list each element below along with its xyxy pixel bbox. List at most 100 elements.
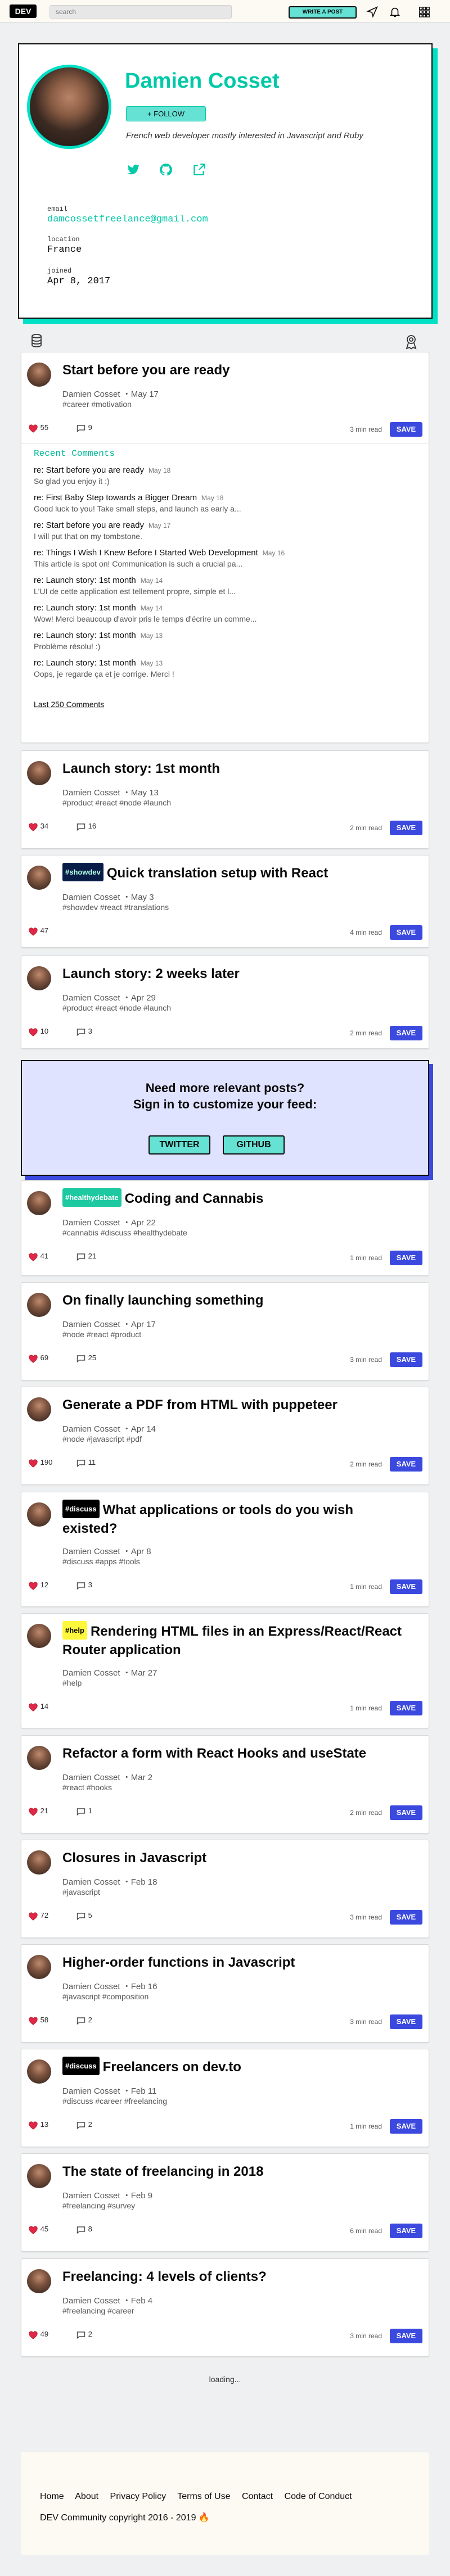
comments-count[interactable]: 2 [76, 2016, 92, 2025]
article-card[interactable]: Launch story: 1st month Damien Cosset ・Ma… [21, 750, 429, 849]
article-card[interactable]: Freelancing: 4 levels of clients? Damien … [21, 2258, 429, 2357]
footer-link-contact[interactable]: Contact [242, 2492, 273, 2501]
comments-count[interactable]: 8 [76, 2225, 92, 2234]
save-button[interactable]: SAVE [390, 925, 422, 940]
external-link-icon[interactable] [192, 162, 206, 177]
recent-comment[interactable]: re: Launch story: 1st month May 14 L'UI de… [34, 575, 422, 596]
reactions-count[interactable]: 41 [28, 1252, 48, 1261]
article-title[interactable]: On finally launching something [62, 1292, 411, 1309]
article-card[interactable]: Generate a PDF from HTML with puppeteer D… [21, 1387, 429, 1485]
reactions-count[interactable]: 21 [28, 1807, 48, 1816]
article-tags[interactable]: #node #javascript #pdf [62, 1434, 142, 1443]
comments-count[interactable]: 9 [76, 423, 92, 433]
article-title[interactable]: Higher-order functions in Javascript [62, 1954, 411, 1971]
article-card[interactable]: Refactor a form with React Hooks and use… [21, 1735, 429, 1833]
article-title[interactable]: Launch story: 1st month [62, 760, 411, 777]
article-title[interactable]: Closures in Javascript [62, 1849, 411, 1867]
save-button[interactable]: SAVE [390, 1910, 422, 1925]
recent-comment[interactable]: re: First Baby Step towards a Bigger Dre… [34, 492, 422, 514]
save-button[interactable]: SAVE [390, 1579, 422, 1594]
article-tags[interactable]: #javascript [62, 1887, 100, 1896]
article-card[interactable]: #showdev Quick translation setup with Rea… [21, 855, 429, 948]
write-post-button[interactable]: WRITE A POST [289, 6, 357, 19]
article-card[interactable]: Start before you are ready Damien Cosset… [21, 352, 429, 743]
reactions-count[interactable]: 58 [28, 2016, 48, 2025]
menu-grid-icon[interactable] [418, 6, 430, 18]
save-button[interactable]: SAVE [390, 1251, 422, 1265]
article-tags[interactable]: #discuss #apps #tools [62, 1557, 140, 1566]
follow-button[interactable]: + FOLLOW [126, 106, 206, 121]
comments-count[interactable]: 1 [76, 1807, 92, 1816]
reactions-count[interactable]: 55 [28, 423, 48, 433]
save-button[interactable]: SAVE [390, 2329, 422, 2343]
save-button[interactable]: SAVE [390, 1026, 422, 1040]
article-badge[interactable]: #showdev [62, 863, 104, 882]
footer-link-privacy[interactable]: Privacy Policy [110, 2492, 166, 2501]
comments-count[interactable]: 3 [76, 1027, 92, 1036]
reactions-count[interactable]: 34 [28, 822, 48, 831]
article-tags[interactable]: #product #react #node #launch [62, 798, 171, 807]
article-badge[interactable]: #healthydebate [62, 1188, 122, 1207]
article-tags[interactable]: #career #motivation [62, 400, 132, 409]
article-card[interactable]: Closures in Javascript Damien Cosset ・Feb… [21, 1840, 429, 1938]
article-title[interactable]: #help Rendering HTML files in an Express/… [62, 1621, 411, 1659]
recent-comment[interactable]: re: Launch story: 1st month May 14 Wow! Me… [34, 603, 422, 624]
article-tags[interactable]: #javascript #composition [62, 1992, 148, 2001]
comments-count[interactable]: 21 [76, 1252, 96, 1261]
article-title[interactable]: #discuss What applications or tools do yo… [62, 1500, 411, 1537]
article-badge[interactable]: #discuss [62, 2057, 100, 2076]
reactions-count[interactable]: 49 [28, 2330, 48, 2339]
recent-comment[interactable]: re: Start before you are ready May 17 I wi… [34, 520, 422, 541]
article-tags[interactable]: #react #hooks [62, 1783, 112, 1792]
save-button[interactable]: SAVE [390, 1457, 422, 1472]
article-tags[interactable]: #product #react #node #launch [62, 1003, 171, 1012]
last-comments-link[interactable]: Last 250 Comments [34, 700, 104, 709]
twitter-icon[interactable] [126, 162, 141, 177]
article-card[interactable]: Launch story: 2 weeks later Damien Cosset… [21, 956, 429, 1049]
save-button[interactable]: SAVE [390, 422, 422, 437]
article-badge[interactable]: #discuss [62, 1500, 100, 1519]
reactions-count[interactable]: 72 [28, 1911, 48, 1921]
article-title[interactable]: Generate a PDF from HTML with puppeteer [62, 1396, 411, 1414]
reactions-count[interactable]: 45 [28, 2225, 48, 2234]
comments-count[interactable]: 2 [76, 2330, 92, 2339]
reactions-count[interactable]: 190 [28, 1458, 52, 1468]
twitter-signin-button[interactable]: TWITTER [148, 1135, 210, 1155]
article-title[interactable]: #healthydebate Coding and Cannabis [62, 1188, 411, 1208]
comments-count[interactable]: 5 [76, 1911, 92, 1921]
article-tags[interactable]: #help [62, 1678, 82, 1687]
save-button[interactable]: SAVE [390, 821, 422, 835]
article-tags[interactable]: #freelancing #career [62, 2306, 134, 2315]
comments-count[interactable]: 16 [76, 822, 96, 831]
article-card[interactable]: #healthydebate Coding and Cannabis Damien … [21, 1180, 429, 1276]
footer-link-about[interactable]: About [75, 2492, 98, 2501]
github-icon[interactable] [159, 162, 173, 177]
footer-link-home[interactable]: Home [40, 2492, 64, 2501]
reactions-count[interactable]: 10 [28, 1027, 48, 1036]
reactions-count[interactable]: 69 [28, 1353, 48, 1363]
save-button[interactable]: SAVE [390, 1352, 422, 1367]
article-card[interactable]: The state of freelancing in 2018 Damien C… [21, 2153, 429, 2252]
article-badge[interactable]: #help [62, 1621, 87, 1640]
article-title[interactable]: Start before you are ready [62, 361, 411, 379]
article-tags[interactable]: #discuss #career #freelancing [62, 2097, 167, 2106]
article-card[interactable]: Higher-order functions in Javascript Dami… [21, 1944, 429, 2043]
save-button[interactable]: SAVE [390, 1805, 422, 1820]
reactions-count[interactable]: 13 [28, 2120, 48, 2130]
article-tags[interactable]: #showdev #react #translations [62, 903, 169, 912]
save-button[interactable]: SAVE [390, 2119, 422, 2134]
send-icon[interactable] [366, 6, 379, 18]
article-card[interactable]: #discuss What applications or tools do yo… [21, 1492, 429, 1607]
recent-comment[interactable]: re: Launch story: 1st month May 13 Problèm… [34, 630, 422, 651]
save-button[interactable]: SAVE [390, 2014, 422, 2029]
article-title[interactable]: Refactor a form with React Hooks and use… [62, 1745, 411, 1762]
comments-count[interactable]: 25 [76, 1353, 96, 1363]
article-tags[interactable]: #cannabis #discuss #healthydebate [62, 1228, 187, 1237]
article-tags[interactable]: #node #react #product [62, 1330, 141, 1339]
comments-count[interactable]: 3 [76, 1581, 92, 1590]
article-title[interactable]: Freelancing: 4 levels of clients? [62, 2268, 411, 2285]
save-button[interactable]: SAVE [390, 2224, 422, 2238]
article-card[interactable]: #help Rendering HTML files in an Express/… [21, 1613, 429, 1728]
footer-link-terms[interactable]: Terms of Use [177, 2492, 230, 2501]
reactions-count[interactable]: 47 [28, 926, 48, 936]
